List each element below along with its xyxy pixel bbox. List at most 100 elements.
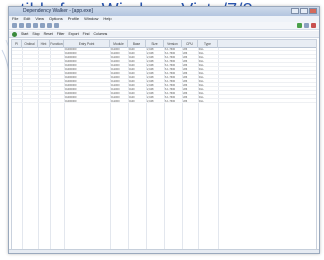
open-icon[interactable] [12,23,17,28]
maximize-button[interactable] [300,8,308,14]
table-cell: 2,048 [147,64,154,67]
copy-icon[interactable] [26,23,31,28]
column-header[interactable]: Entry Point [64,40,110,48]
table-cell: DLL [199,56,204,59]
table-cell: 0x1000 [111,100,120,103]
table-cell: 6.1.7600 [165,64,176,67]
find-icon[interactable] [33,23,38,28]
table-cell [23,64,37,67]
column-header[interactable]: Version [164,40,182,48]
table-row[interactable]: 0x000000 0x1000 0x00 2,048 6.1.7600 x86 DLL [12,56,316,59]
table-cell: 2,048 [147,84,154,87]
column-header[interactable]: Type [198,40,218,48]
settings-icon[interactable] [304,23,309,28]
table-cell [23,72,37,75]
table-row[interactable]: 0x000000 0x1000 0x00 2,048 6.1.7600 x86 DLL [12,92,316,95]
zoom-icon[interactable] [54,23,59,28]
table-cell: 6.1.7600 [165,52,176,55]
properties-icon[interactable] [47,23,52,28]
table-cell: x86 [183,88,188,91]
table-cell: 0x1000 [111,96,120,99]
table-cell: 6.1.7600 [165,92,176,95]
table-cell [23,56,37,59]
minimize-button[interactable] [291,8,299,14]
window-controls [291,8,317,15]
table-cell: 0x1000 [111,48,120,51]
play-icon[interactable] [12,31,17,37]
table-row[interactable]: 0x000000 0x1000 0x00 2,048 6.1.7600 x86 DLL [12,68,316,71]
table-cell [39,76,49,79]
table-row[interactable]: 0x000000 0x1000 0x00 2,048 6.1.7600 x86 DLL [12,80,316,83]
table-cell [13,84,21,87]
table-cell: 6.1.7600 [165,72,176,75]
table-cell [51,56,63,59]
table-row[interactable]: 0x000000 0x1000 0x00 2,048 6.1.7600 x86 DLL [12,76,316,79]
table-cell: 2,048 [147,48,154,51]
table-cell: 6.1.7600 [165,96,176,99]
table-cell: DLL [199,92,204,95]
toolbar-find[interactable]: Find [83,32,90,36]
main-toolbar [9,22,319,30]
table-row[interactable]: 0x000000 0x1000 0x00 2,048 6.1.7600 x86 DLL [12,96,316,99]
column-header[interactable]: CPU [182,40,198,48]
column-header[interactable]: Module [110,40,128,48]
table-row[interactable]: 0x000000 0x1000 0x00 2,048 6.1.7600 x86 DLL [12,100,316,103]
data-grid[interactable]: PI Ordinal Hint Function Entry Point Module Ba… [11,39,317,253]
table-cell [51,64,63,67]
table-cell: 0x1000 [111,52,120,55]
toolbar-start[interactable]: Start [21,32,28,36]
table-row[interactable]: 0x000000 0x1000 0x00 2,048 6.1.7600 x86 DLL [12,84,316,87]
table-cell: 0x00 [129,100,135,103]
table-cell: x86 [183,64,188,67]
column-header[interactable]: PI [12,40,22,48]
table-cell: 6.1.7600 [165,48,176,51]
table-cell: 0x000000 [65,48,77,51]
toolbar-columns[interactable]: Columns [93,32,107,36]
table-cell [23,84,37,87]
table-cell [39,96,49,99]
table-cell [13,64,21,67]
close-button[interactable] [309,8,317,14]
table-row[interactable]: 0x000000 0x1000 0x00 2,048 6.1.7600 x86 DLL [12,60,316,63]
table-row[interactable]: 0x000000 0x1000 0x00 2,048 6.1.7600 x86 DLL [12,88,316,91]
table-row[interactable]: 0x000000 0x1000 0x00 2,048 6.1.7600 x86 DLL [12,64,316,67]
run-icon[interactable] [297,23,302,28]
table-cell [13,88,21,91]
table-row[interactable]: 0x000000 0x1000 0x00 2,048 6.1.7600 x86 DLL [12,72,316,75]
table-cell [39,48,49,51]
table-row[interactable]: 0x000000 0x1000 0x00 2,048 6.1.7600 x86 DLL [12,48,316,51]
table-cell: 2,048 [147,80,154,83]
refresh-icon[interactable] [40,23,45,28]
table-cell: DLL [199,84,204,87]
table-cell [23,48,37,51]
toolbar-filter[interactable]: Filter [57,32,65,36]
save-icon[interactable] [19,23,24,28]
table-cell: 0x000000 [65,52,77,55]
table-cell [23,60,37,63]
table-cell: DLL [199,96,204,99]
grid-body: 0x000000 0x1000 0x00 2,048 6.1.7600 x86 DLL 0x0… [12,48,316,252]
table-cell: 0x00 [129,72,135,75]
table-cell: DLL [199,72,204,75]
column-header[interactable]: Ordinal [22,40,38,48]
table-cell: 6.1.7600 [165,60,176,63]
toolbar-stop[interactable]: Stop [32,32,39,36]
table-cell: 2,048 [147,100,154,103]
column-header[interactable]: Base [128,40,146,48]
table-cell: 0x000000 [65,56,77,59]
table-cell: 6.1.7600 [165,76,176,79]
toolbar-export[interactable]: Export [69,32,79,36]
stop-icon[interactable] [311,23,316,28]
table-cell [23,52,37,55]
table-cell: 0x000000 [65,84,77,87]
table-cell: 6.1.7600 [165,84,176,87]
window-title: Dependency Walker - [app.exe] [9,7,319,16]
toolbar-reset[interactable]: Reset [44,32,53,36]
column-header[interactable]: Hint [38,40,50,48]
column-header[interactable]: Size [146,40,164,48]
table-cell: 2,048 [147,60,154,63]
table-cell: x86 [183,100,188,103]
table-cell: 0x1000 [111,68,120,71]
table-row[interactable]: 0x000000 0x1000 0x00 2,048 6.1.7600 x86 DLL [12,52,316,55]
column-header[interactable]: Function [50,40,64,48]
